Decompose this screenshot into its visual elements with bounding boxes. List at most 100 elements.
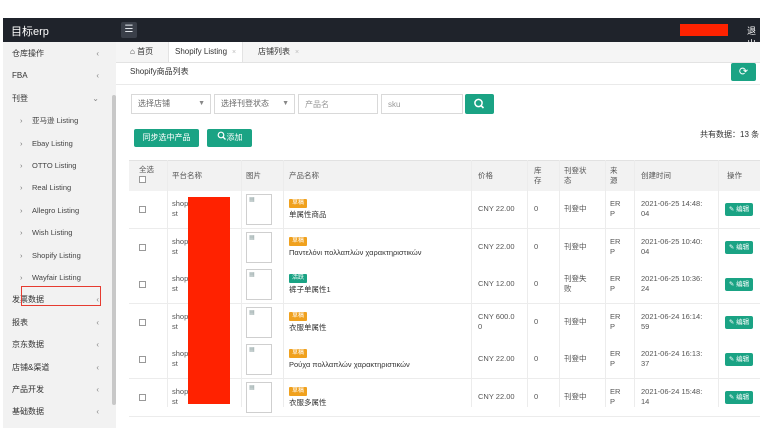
sync-selected-button[interactable]: 同步选中产品	[134, 129, 199, 147]
sku-input[interactable]	[381, 94, 463, 114]
created-time: 2021-06-25 10:40: 04	[641, 236, 703, 256]
sidebar-item-label: 京东数据	[12, 340, 44, 350]
sidebar-item-label: Allegro Listing	[32, 205, 80, 215]
close-icon[interactable]: ×	[232, 49, 236, 56]
edit-button-label: 编辑	[736, 318, 750, 326]
column-divider	[283, 160, 284, 407]
sidebar-group[interactable]: 报表 ‹	[3, 312, 115, 334]
sidebar-group[interactable]: FBA ‹	[3, 65, 115, 87]
pencil-icon: ✎	[728, 281, 735, 289]
chevron-right-icon: ›	[20, 138, 23, 148]
select-all-checkbox[interactable]	[139, 176, 146, 183]
edit-button[interactable]: ✎ 编辑	[725, 240, 753, 254]
edit-button[interactable]: ✎ 编辑	[725, 353, 753, 367]
edit-button-label: 编辑	[736, 356, 750, 364]
edit-button-label: 编辑	[736, 206, 750, 213]
sidebar-group[interactable]: 产品开发 ‹	[3, 379, 115, 401]
product-name-cell: 草稿 衣服多属性	[289, 385, 327, 408]
hamburger-icon[interactable]: ☰	[121, 22, 137, 38]
tab-shopify-listing[interactable]: Shopify Listing ×	[168, 42, 244, 62]
sidebar-item[interactable]: › Allegro Listing	[3, 200, 115, 222]
pencil-icon: ✎	[728, 206, 735, 213]
product-name-cell: 草稿 衣服单属性	[289, 310, 327, 333]
status-badge: 草稿	[289, 199, 308, 208]
listing-status: 刊登中	[564, 241, 587, 251]
sidebar-item-label: Ebay Listing	[32, 138, 73, 148]
col-price: 价格	[478, 171, 493, 180]
divider	[116, 84, 760, 85]
stock: 0	[534, 204, 539, 213]
add-button[interactable]: 添加	[207, 129, 252, 147]
select-all-header: 全选	[139, 165, 154, 185]
close-icon[interactable]: ×	[295, 49, 299, 56]
tab-store-list[interactable]: 店铺列表 ×	[252, 42, 305, 62]
select-all-label: 全选	[139, 165, 154, 174]
col-source: 来 源	[610, 166, 618, 185]
sidebar: 仓库操作 ‹ FBA ‹ 刊登 ⌄ › 亚马逊 Listing › Ebay Listing › OT…	[3, 42, 116, 428]
chevron-right-icon: ›	[20, 228, 23, 238]
sidebar-scrollbar[interactable]	[112, 95, 116, 405]
product-name-input[interactable]	[298, 94, 378, 114]
status-select-value: 选择刊登状态	[221, 99, 269, 108]
status-select[interactable]: 选择刊登状态 ▼	[214, 94, 295, 114]
stock: 0	[534, 392, 539, 401]
refresh-button[interactable]: ⟳	[731, 63, 756, 81]
sidebar-item-label: Shopify Listing	[32, 250, 81, 260]
row-checkbox[interactable]	[139, 318, 146, 326]
sidebar-group[interactable]: 京东数据 ‹	[3, 334, 115, 356]
col-stock: 库 存	[534, 166, 542, 185]
source: ER P	[610, 236, 621, 256]
product-image: ▦	[246, 269, 272, 301]
listing-status: 刊登中	[564, 354, 587, 364]
row-checkbox[interactable]	[139, 206, 146, 213]
tab-store-list-label: 店铺列表	[258, 47, 290, 56]
product-name: Ρούχα πολλαπλών χαρακτηριστικών	[289, 360, 410, 370]
row-checkbox[interactable]	[139, 281, 146, 289]
row-checkbox[interactable]	[139, 243, 146, 251]
sidebar-item[interactable]: › Real Listing	[3, 177, 115, 199]
product-name: 单属性商品	[289, 210, 327, 219]
product-name-cell: 草稿 单属性商品	[289, 197, 327, 220]
status-badge: 草稿	[289, 387, 308, 396]
redacted-platform-column	[188, 197, 230, 404]
source: ER P	[610, 199, 621, 218]
sidebar-item-label: 仓库操作	[12, 49, 44, 58]
sidebar-item-label: 基础数据	[12, 407, 44, 417]
sidebar-item[interactable]: › Wish Listing	[3, 222, 115, 244]
product-name-cell: 活跃 裤子单属性1	[289, 272, 331, 295]
edit-button-label: 编辑	[736, 281, 750, 289]
sidebar-item-label: 店铺&渠道	[12, 362, 50, 372]
pencil-icon: ✎	[728, 318, 735, 326]
sidebar-item-label: Wayfair Listing	[32, 273, 81, 282]
product-name: 衣服单属性	[289, 322, 327, 332]
sidebar-item[interactable]: › Ebay Listing	[3, 133, 115, 155]
edit-button[interactable]: ✎ 编辑	[725, 315, 753, 329]
sidebar-item-label: 刊登	[12, 93, 28, 103]
edit-button[interactable]: ✎ 编辑	[725, 203, 753, 216]
row-checkbox[interactable]	[139, 394, 146, 401]
sidebar-item[interactable]: › 亚马逊 Listing	[3, 110, 115, 132]
table-header: 全选 平台名称 图片 产品名称 价格 库 存 刊登状 态 来 源 创建时间 操作	[129, 160, 760, 192]
col-created: 创建时间	[641, 171, 671, 180]
top-bar: 目标erp ☰ 退出	[3, 18, 760, 49]
tab-home[interactable]: ⌂ 首页	[124, 42, 159, 62]
search-button[interactable]	[465, 94, 494, 114]
col-name: 产品名称	[289, 171, 319, 180]
chevron-right-icon: ›	[20, 183, 23, 193]
edit-button[interactable]: ✎ 编辑	[725, 391, 753, 404]
source: ER P	[610, 349, 621, 369]
sidebar-group[interactable]: 基础数据 ‹	[3, 401, 115, 423]
store-select[interactable]: 选择店铺 ▼	[131, 94, 211, 114]
pencil-icon: ✎	[728, 243, 735, 251]
edit-button[interactable]: ✎ 编辑	[725, 278, 753, 292]
sidebar-item[interactable]: › Shopify Listing	[3, 245, 115, 267]
chevron-icon: ‹	[96, 385, 99, 394]
row-checkbox[interactable]	[139, 356, 146, 364]
stock: 0	[534, 241, 539, 251]
sidebar-group[interactable]: 刊登 ⌄	[3, 88, 115, 110]
sidebar-item[interactable]: › OTTO Listing	[3, 155, 115, 177]
listing-status: 刊登失 败	[564, 274, 587, 294]
sidebar-group[interactable]: 仓库操作 ‹	[3, 43, 115, 65]
product-image: ▦	[246, 382, 272, 413]
sidebar-group[interactable]: 店铺&渠道 ‹	[3, 357, 115, 379]
